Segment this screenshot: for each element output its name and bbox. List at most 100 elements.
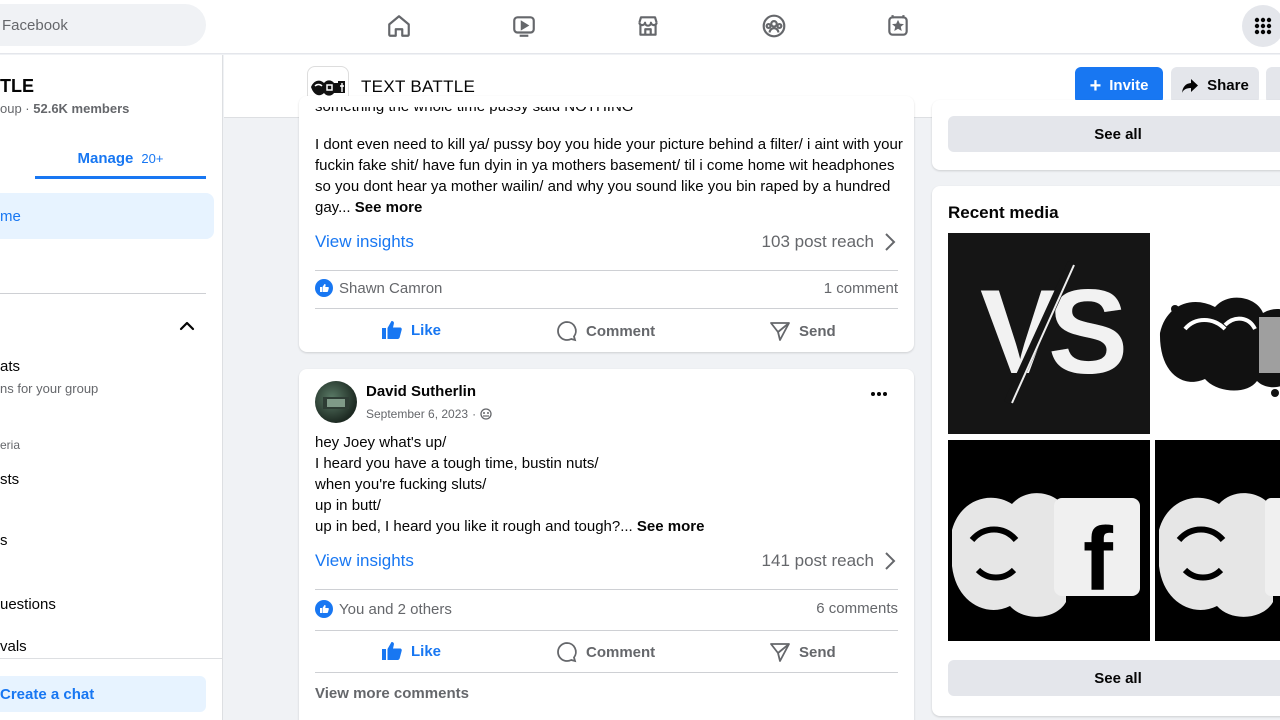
home-icon[interactable] <box>383 10 415 42</box>
view-insights-link[interactable]: View insights <box>315 551 414 571</box>
invite-button[interactable]: + Invite <box>1075 67 1163 104</box>
group-header-title: TEXT BATTLE <box>361 77 476 96</box>
reactions-summary[interactable]: You and 2 others <box>315 600 452 618</box>
sidebar-item-home[interactable]: me <box>0 193 214 239</box>
post-reach[interactable]: 103 post reach <box>762 232 896 252</box>
sidebar-section-label: eria <box>0 438 21 452</box>
post-date: September 6, 2023 <box>366 407 469 421</box>
like-reaction-icon <box>315 600 333 618</box>
share-button[interactable]: Share <box>1171 67 1259 104</box>
sidebar-item-stats-desc: ns for your group <box>0 381 99 396</box>
marketplace-icon[interactable] <box>632 10 664 42</box>
comment-button[interactable]: Comment <box>556 320 655 342</box>
send-icon <box>770 322 790 341</box>
separator-dot: · <box>472 407 477 421</box>
like-reaction-icon <box>315 279 333 297</box>
search-input[interactable]: Facebook <box>0 4 206 46</box>
view-insights-link[interactable]: View insights <box>315 232 414 252</box>
tab-manage-label: Manage <box>77 150 134 167</box>
media-tile[interactable]: VS <box>948 233 1150 434</box>
avatar[interactable] <box>315 381 357 423</box>
media-tile-letter: VS <box>980 265 1124 399</box>
see-more-link[interactable]: See more <box>637 518 705 535</box>
top-navigation-bar: Facebook <box>0 0 1280 54</box>
post-reach[interactable]: 141 post reach <box>762 551 896 571</box>
tab-manage-count: 20+ <box>141 151 164 166</box>
divider <box>315 672 898 673</box>
post-line: when you're fucking sluts/ <box>315 476 487 493</box>
divider <box>315 308 898 309</box>
sidebar-footer: Create a chat <box>0 658 222 720</box>
chevron-right-icon <box>885 552 896 570</box>
more-options-button[interactable] <box>1266 67 1280 104</box>
post-card: David Sutherlin September 6, 2023 · hey … <box>299 369 914 720</box>
recent-media-title: Recent media <box>948 203 1059 222</box>
post-line: up in butt/ <box>315 497 381 514</box>
comment-bubble-icon <box>557 642 577 663</box>
sidebar-item-questions[interactable]: uestions <box>0 596 56 613</box>
post-line: up in bed, I heard you like it rough and… <box>315 518 633 535</box>
divider <box>315 589 898 590</box>
reactors-names: Shawn Camron <box>339 279 443 297</box>
reactors-names: You and 2 others <box>339 600 452 618</box>
divider <box>315 630 898 631</box>
post-text-truncated-line: something the whole time pussy said NOTH… <box>315 107 633 117</box>
post-line: I heard you have a tough time, bustin nu… <box>315 455 599 472</box>
group-type: oup · <box>0 101 34 116</box>
chevron-up-icon[interactable] <box>178 317 196 335</box>
post-card: something the whole time pussy said NOTH… <box>299 96 914 352</box>
about-card: See all <box>932 100 1280 170</box>
post-timestamp[interactable]: September 6, 2023 · <box>366 407 492 421</box>
chevron-right-icon <box>885 233 896 251</box>
create-chat-button[interactable]: Create a chat <box>0 676 206 712</box>
video-icon[interactable] <box>508 10 540 42</box>
menu-grid-icon[interactable] <box>1242 5 1280 47</box>
send-button[interactable]: Send <box>769 641 836 663</box>
group-title[interactable]: TLE <box>0 76 34 97</box>
comment-bubble-icon <box>557 321 577 342</box>
see-all-button[interactable]: See all <box>948 116 1280 152</box>
admin-sidebar: TLE oup · 52.6K members Manage 20+ me at… <box>0 55 223 720</box>
post-text: I dont even need to kill ya/ pussy boy y… <box>315 134 905 218</box>
like-button[interactable]: Like <box>381 320 441 340</box>
media-tile[interactable] <box>1155 233 1280 434</box>
more-horizontal-icon[interactable] <box>870 391 888 397</box>
send-label: Send <box>799 322 836 340</box>
comment-label: Comment <box>586 322 656 340</box>
like-button[interactable]: Like <box>381 641 441 661</box>
groups-icon[interactable] <box>758 10 790 42</box>
sidebar-item-posts[interactable]: sts <box>0 471 19 488</box>
post-reach-value: 141 post reach <box>761 551 874 570</box>
tab-manage[interactable]: Manage 20+ <box>35 141 206 179</box>
post-line: hey Joey what's up/ <box>315 434 447 451</box>
members-audience-icon <box>480 408 492 420</box>
share-label: Share <box>1207 77 1249 94</box>
post-author-name[interactable]: David Sutherlin <box>366 383 476 400</box>
sidebar-divider <box>0 293 206 294</box>
send-button[interactable]: Send <box>769 320 836 342</box>
send-label: Send <box>799 643 836 661</box>
gaming-icon[interactable] <box>882 10 914 42</box>
comments-count[interactable]: 6 comments <box>816 600 898 617</box>
post-text: hey Joey what's up/ I heard you have a t… <box>315 432 905 537</box>
member-count[interactable]: 52.6K members <box>33 101 129 116</box>
post-text-line: something the whole time pussy said NOTH… <box>315 107 633 117</box>
sidebar-item-s[interactable]: s <box>0 532 8 549</box>
see-more-link[interactable]: See more <box>355 199 423 216</box>
invite-label: Invite <box>1109 77 1149 94</box>
sidebar-item-approvals[interactable]: vals <box>0 638 27 655</box>
view-more-comments-link[interactable]: View more comments <box>315 685 469 702</box>
comments-count[interactable]: 1 comment <box>824 280 898 297</box>
see-all-button[interactable]: See all <box>948 660 1280 696</box>
thumbs-up-icon <box>382 321 402 339</box>
comment-button[interactable]: Comment <box>556 641 655 663</box>
sidebar-item-stats[interactable]: ats <box>0 358 20 375</box>
media-tile[interactable] <box>1155 440 1280 641</box>
like-label: Like <box>411 321 442 339</box>
reactions-summary[interactable]: Shawn Camron <box>315 279 442 297</box>
recent-media-card: Recent media VS f See all <box>932 186 1280 716</box>
thumbs-up-icon <box>382 642 402 660</box>
media-tile[interactable]: f <box>948 440 1150 641</box>
send-icon <box>770 643 790 662</box>
comment-label: Comment <box>586 643 656 661</box>
